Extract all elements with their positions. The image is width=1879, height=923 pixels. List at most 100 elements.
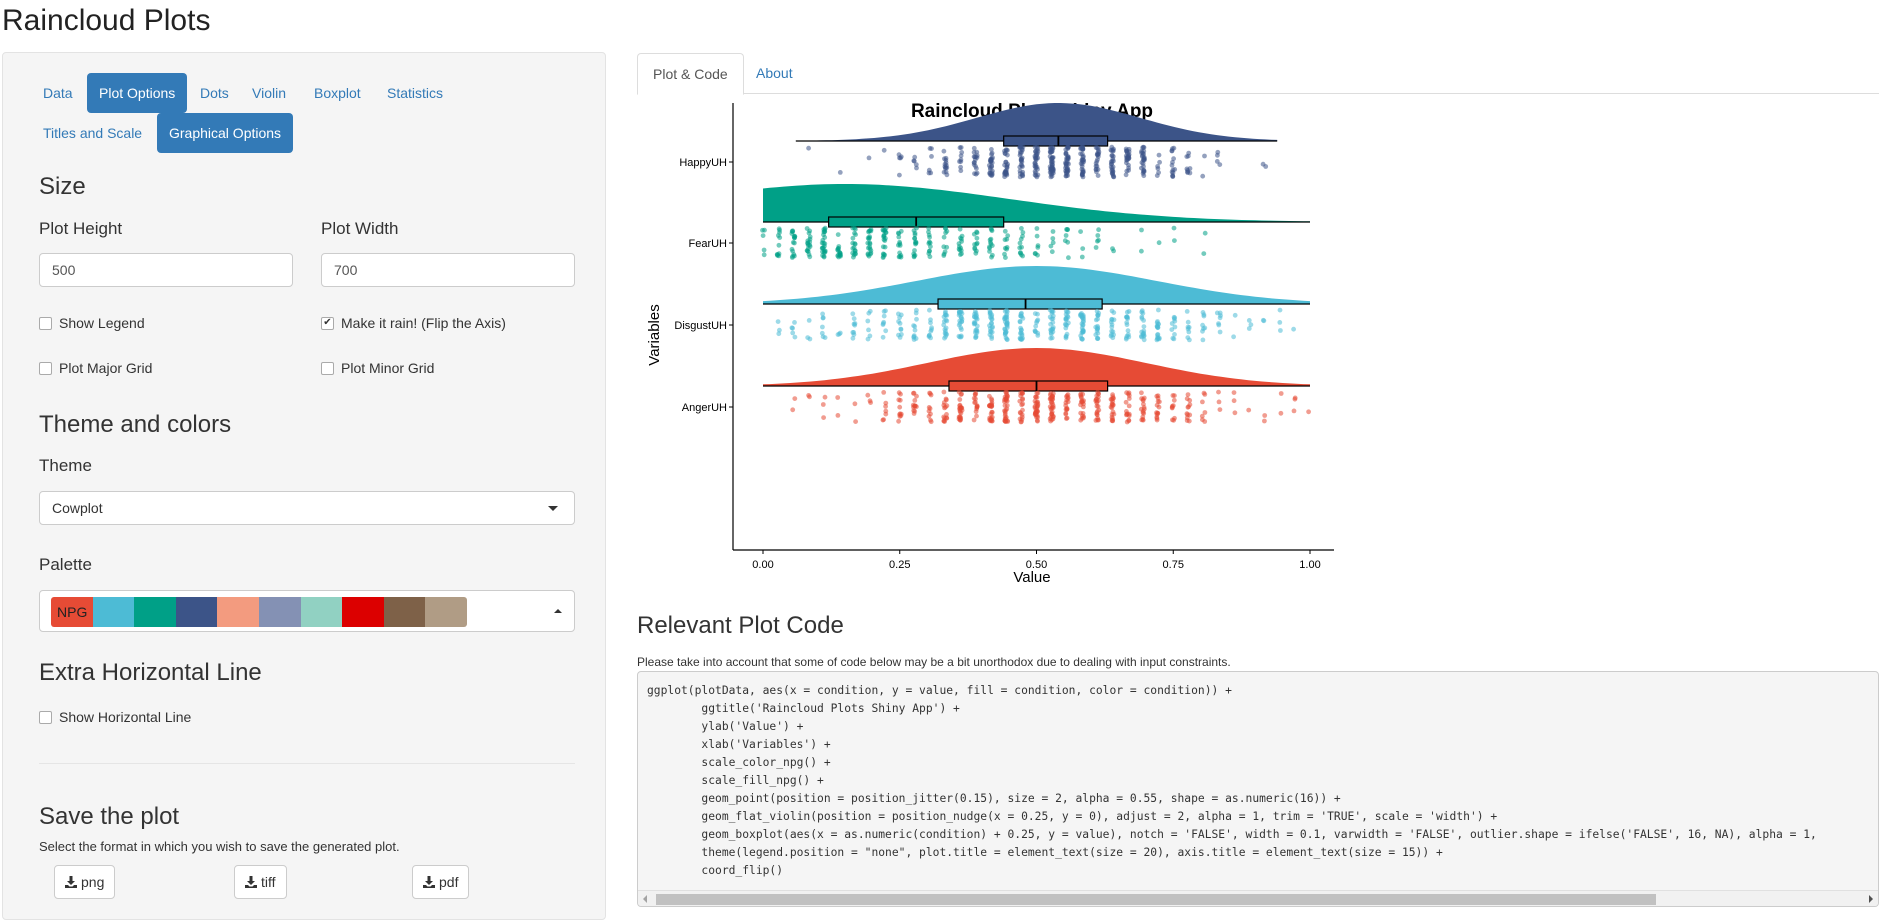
show-horizontal-line-label: Show Horizontal Line <box>59 709 192 725</box>
data-point <box>926 232 932 238</box>
data-point <box>1080 318 1086 324</box>
minor-grid-checkbox[interactable]: Plot Minor Grid <box>321 360 434 376</box>
data-point <box>760 233 766 239</box>
size-heading: Size <box>39 173 86 200</box>
data-point <box>1095 389 1101 395</box>
data-point <box>807 394 812 400</box>
palette-swatch <box>383 597 426 627</box>
plot-height-input[interactable] <box>39 253 293 287</box>
data-point <box>1157 159 1162 165</box>
data-point <box>1080 246 1086 252</box>
plot-width-input[interactable] <box>321 253 575 287</box>
data-point <box>989 321 994 326</box>
plot-width-label: Plot Width <box>321 219 399 238</box>
data-point <box>912 252 918 258</box>
data-point <box>1002 228 1008 234</box>
data-point <box>806 145 811 151</box>
data-point <box>1019 226 1024 231</box>
data-point <box>927 391 933 397</box>
data-point <box>987 310 993 315</box>
tab-data[interactable]: Data <box>31 73 85 113</box>
theme-select-value: Cowplot <box>52 500 103 516</box>
data-point <box>926 413 932 419</box>
data-point <box>1093 161 1099 166</box>
data-point <box>1187 337 1192 343</box>
data-point <box>897 404 903 410</box>
data-point <box>989 418 995 424</box>
data-point <box>1155 325 1161 331</box>
data-point <box>896 390 902 396</box>
data-point <box>914 225 919 231</box>
palette-select[interactable]: NPG <box>39 590 575 632</box>
data-point <box>1139 248 1144 254</box>
data-point <box>789 228 795 234</box>
tab-about[interactable]: About <box>741 53 808 94</box>
download-png-button[interactable]: png <box>54 865 116 899</box>
data-point <box>1200 173 1206 179</box>
scrollbar-thumb[interactable] <box>656 894 1656 905</box>
tab-statistics[interactable]: Statistics <box>375 73 455 113</box>
make-it-rain-label: Make it rain! (Flip the Axis) <box>341 315 506 331</box>
data-point <box>867 240 873 246</box>
data-point <box>1019 391 1025 396</box>
data-point <box>1278 391 1284 396</box>
tab-plot-options[interactable]: Plot Options <box>87 73 188 113</box>
data-point <box>912 236 917 241</box>
data-point <box>1263 164 1269 169</box>
data-point <box>1004 406 1010 412</box>
data-point <box>1063 334 1069 340</box>
data-point <box>1170 393 1176 398</box>
tab-violin[interactable]: Violin <box>240 73 298 113</box>
data-point <box>956 389 962 395</box>
tab-graphical-options[interactable]: Graphical Options <box>157 113 294 153</box>
data-point <box>1108 404 1114 410</box>
data-point <box>1095 148 1101 153</box>
scroll-left-icon[interactable] <box>643 895 647 903</box>
tab-plot-and-code[interactable]: Plot & Code <box>637 53 744 95</box>
make-it-rain-checkbox[interactable]: ✔ Make it rain! (Flip the Axis) <box>321 315 506 331</box>
data-point <box>852 241 858 247</box>
data-point <box>1110 417 1115 423</box>
scroll-right-icon[interactable] <box>1869 895 1873 903</box>
major-grid-checkbox[interactable]: Plot Major Grid <box>39 360 152 376</box>
data-point <box>805 242 811 248</box>
data-point <box>1035 403 1041 409</box>
horizontal-scrollbar[interactable] <box>638 890 1878 906</box>
box-HappyUH <box>1003 135 1109 147</box>
data-point <box>1005 233 1011 239</box>
download-pdf-button[interactable]: pdf <box>412 865 470 899</box>
tab-dots[interactable]: Dots <box>188 73 241 113</box>
data-point <box>880 334 886 340</box>
tab-boxplot[interactable]: Boxplot <box>302 73 373 113</box>
data-point <box>912 398 918 403</box>
data-point <box>974 330 980 336</box>
data-point <box>1185 319 1191 325</box>
data-point <box>959 319 965 324</box>
data-point <box>973 154 979 160</box>
data-point <box>973 390 979 396</box>
data-point <box>883 400 889 406</box>
data-point <box>974 312 979 318</box>
data-point <box>1033 329 1038 334</box>
data-point <box>974 229 979 235</box>
tab-titles-and-scale[interactable]: Titles and Scale <box>31 113 154 153</box>
checkbox-unchecked-icon <box>39 361 52 375</box>
data-point <box>1004 245 1010 250</box>
data-point <box>989 396 994 402</box>
divider <box>39 763 575 764</box>
data-point <box>1231 334 1236 340</box>
theme-select[interactable]: Cowplot <box>39 491 575 525</box>
data-point <box>898 327 904 332</box>
data-point <box>1126 411 1132 417</box>
data-point <box>1110 394 1116 400</box>
download-tiff-button[interactable]: tiff <box>234 865 287 899</box>
show-horizontal-line-checkbox[interactable]: Show Horizontal Line <box>39 709 191 725</box>
data-point <box>1110 169 1116 174</box>
data-point <box>1080 391 1086 397</box>
data-point <box>941 389 947 395</box>
show-legend-checkbox[interactable]: Show Legend <box>39 315 145 331</box>
data-point <box>1126 396 1132 401</box>
data-point <box>988 411 994 417</box>
data-point <box>1140 397 1146 402</box>
data-point <box>821 254 827 260</box>
